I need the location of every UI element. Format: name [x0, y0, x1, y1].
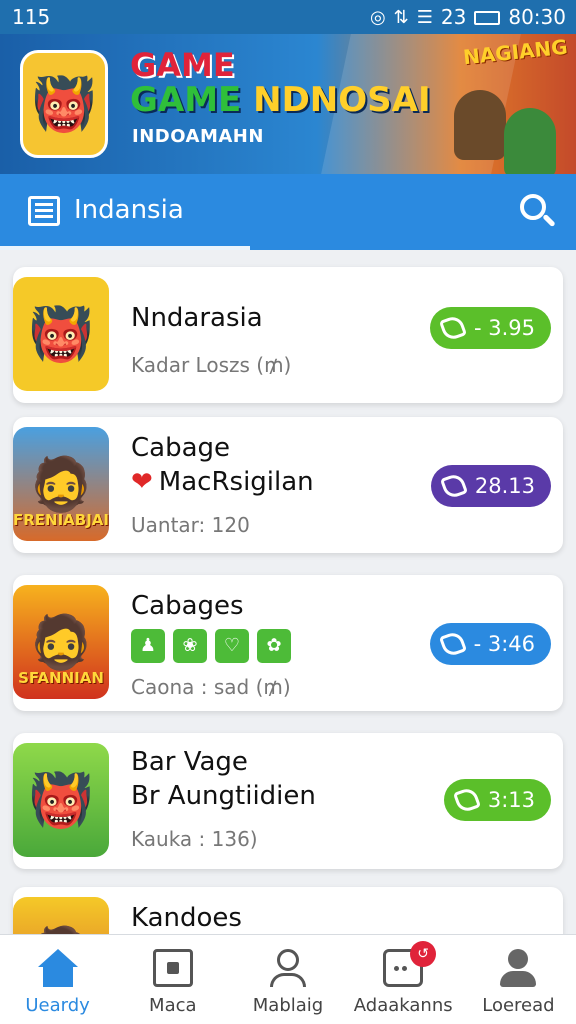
nav-label: Ueardy	[25, 995, 90, 1016]
nav-item-maca[interactable]: Maca	[115, 935, 230, 1024]
sync-icon: ⇅	[393, 6, 409, 28]
home-icon	[37, 949, 78, 987]
profile-outline-icon	[268, 949, 308, 987]
game-card[interactable]: 🧔 Kandoes	[13, 887, 563, 934]
banner-character-1	[454, 90, 506, 160]
battery-text: 23	[440, 5, 467, 29]
game-thumbnail: 🧔 FRENIABJAII	[13, 427, 109, 541]
square-icon	[152, 949, 193, 987]
game-meta: Kauka : 136)	[131, 827, 258, 851]
nav-item-ueardy[interactable]: Ueardy	[0, 935, 115, 1024]
game-list[interactable]: 👹 Nndarasia Kadar Loszs (₥) - 3.95 🧔 FRE…	[0, 250, 576, 934]
thumbnail-caption: FRENIABJAII	[13, 511, 109, 529]
tag-icon: ♡	[215, 629, 249, 663]
notification-badge: ↺	[410, 941, 437, 967]
game-subname: Br Aungtiidien	[131, 781, 316, 811]
pencil-icon	[438, 313, 468, 343]
notification-icon: ◎	[369, 6, 386, 28]
banner-mascot-icon: 👹	[20, 50, 108, 158]
tag-icon: ❀	[173, 629, 207, 663]
banner-title-2: GAME NDNOSAI	[130, 80, 431, 120]
pencil-icon	[438, 629, 467, 659]
status-time: 80:30	[508, 5, 566, 29]
person-icon	[498, 949, 538, 987]
nav-item-adaakanns[interactable]: ↺ Adaakanns	[346, 935, 461, 1024]
game-card[interactable]: 👹 Nndarasia Kadar Loszs (₥) - 3.95	[13, 267, 563, 403]
nav-label: Mablaig	[252, 995, 324, 1016]
game-thumbnail: 👹	[13, 743, 109, 857]
wifi-icon: ☰	[416, 6, 433, 28]
status-left-text: 115	[12, 5, 51, 29]
status-bar: 115 ◎ ⇅ ☰ 23 80:30	[0, 0, 576, 34]
banner-title-1: GAME	[130, 46, 235, 84]
search-icon[interactable]	[514, 190, 558, 234]
nav-label: Adaakanns	[353, 995, 453, 1016]
game-name: Nndarasia	[131, 303, 263, 333]
game-pill-button[interactable]: - 3:46	[429, 623, 551, 665]
game-tag-row: ♟ ❀ ♡ ✿	[131, 629, 291, 663]
heart-icon: ❤	[131, 467, 153, 497]
game-meta: Caona : sad (₥)	[131, 675, 291, 699]
game-name: Cabages	[131, 591, 244, 621]
pencil-icon	[439, 471, 468, 501]
game-thumbnail: 🧔	[13, 897, 109, 934]
game-card[interactable]: 🧔 FRENIABJAII Cabage ❤ MacRsigilan Uantar…	[13, 417, 563, 553]
promo-banner[interactable]: 👹 GAME GAME NDNOSAI INDOAMAHN NAGIANG	[0, 34, 576, 174]
menu-icon[interactable]	[28, 196, 60, 226]
header-title: Indansia	[74, 195, 184, 225]
game-pill-button[interactable]: 28.13	[430, 465, 551, 507]
game-subname: ❤ MacRsigilan	[131, 467, 314, 497]
thumbnail-caption: SFANNIAN	[18, 669, 104, 687]
pencil-icon	[452, 785, 481, 815]
game-pill-text: - 3:46	[473, 632, 535, 656]
nav-label: Loeread	[482, 995, 555, 1016]
app-header: Indansia	[0, 174, 576, 250]
banner-character-2	[504, 108, 556, 174]
nav-item-mablaig[interactable]: Mablaig	[230, 935, 345, 1024]
banner-subtitle: INDOAMAHN	[132, 126, 264, 147]
game-pill-button[interactable]: 3:13	[443, 779, 551, 821]
game-name: Bar Vage	[131, 747, 248, 777]
game-meta: Uantar: 120	[131, 513, 250, 537]
game-card[interactable]: 👹 Bar Vage Br Aungtiidien Kauka : 136) 3…	[13, 733, 563, 869]
battery-icon	[474, 11, 501, 25]
nav-label: Maca	[149, 995, 197, 1016]
nav-item-loeread[interactable]: Loeread	[461, 935, 576, 1024]
game-thumbnail: 🧔 SFANNIAN	[13, 585, 109, 699]
game-name: Kandoes	[131, 903, 242, 933]
tag-icon: ✿	[257, 629, 291, 663]
game-pill-button[interactable]: - 3.95	[429, 307, 551, 349]
bottom-nav: Ueardy Maca Mablaig ↺ Adaakanns Loeread	[0, 934, 576, 1024]
status-right: ◎ ⇅ ☰ 23 80:30	[370, 5, 566, 29]
game-pill-text: 3:13	[487, 788, 535, 812]
game-thumbnail: 👹	[13, 277, 109, 391]
game-pill-text: - 3.95	[473, 316, 535, 340]
game-card[interactable]: 🧔 SFANNIAN Cabages ♟ ❀ ♡ ✿ Caona : sad (…	[13, 575, 563, 711]
game-pill-text: 28.13	[474, 474, 535, 498]
game-meta: Kadar Loszs (₥)	[131, 353, 292, 377]
tag-icon: ♟	[131, 629, 165, 663]
game-name: Cabage	[131, 433, 231, 463]
